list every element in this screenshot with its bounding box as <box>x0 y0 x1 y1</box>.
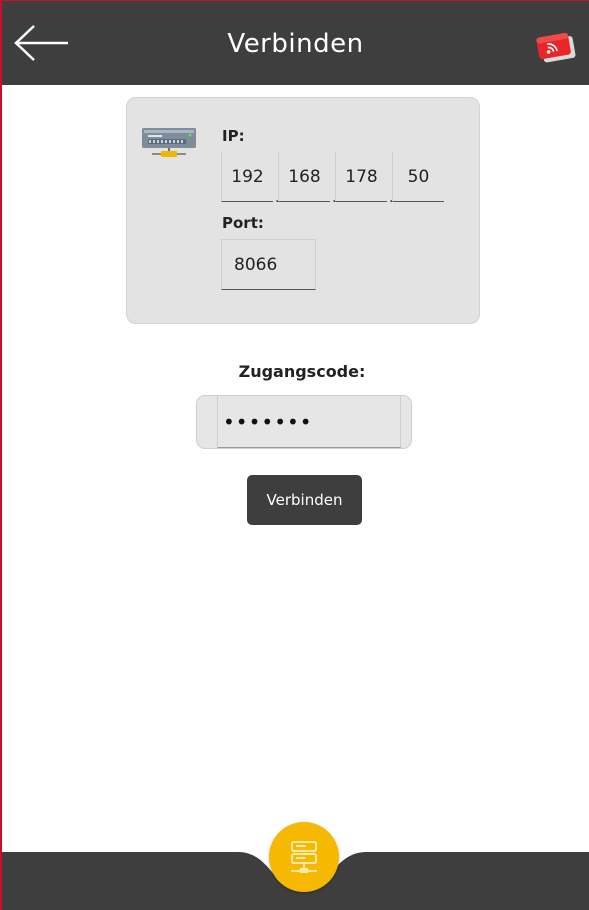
server-nav-button[interactable] <box>269 822 339 892</box>
ip-octet-2-input[interactable]: 168 <box>278 152 330 202</box>
app-screen: Verbinden IP: 192 . 168 . 178 . 50 Port:… <box>0 0 589 910</box>
access-code-input[interactable]: ••••••• <box>217 396 401 448</box>
access-code-field[interactable]: ••••••• <box>196 395 412 449</box>
ip-label: IP: <box>222 127 245 145</box>
server-icon <box>291 841 317 873</box>
ip-octet-1-input[interactable]: 192 <box>221 152 273 202</box>
ip-octet-4-input[interactable]: 50 <box>392 152 444 202</box>
cast-button[interactable] <box>532 31 580 65</box>
server-settings-card: IP: 192 . 168 . 178 . 50 Port: 8066 <box>126 97 480 324</box>
page-title: Verbinden <box>227 29 364 59</box>
app-header: Verbinden <box>2 0 589 85</box>
server-network-icon <box>142 128 196 157</box>
port-input[interactable]: 8066 <box>221 239 316 290</box>
ip-octet-3-input[interactable]: 178 <box>335 152 387 202</box>
cast-screen-icon <box>536 32 576 63</box>
connect-button[interactable]: Verbinden <box>247 475 362 525</box>
access-code-label: Zugangscode: <box>238 362 366 381</box>
port-label: Port: <box>222 214 264 232</box>
